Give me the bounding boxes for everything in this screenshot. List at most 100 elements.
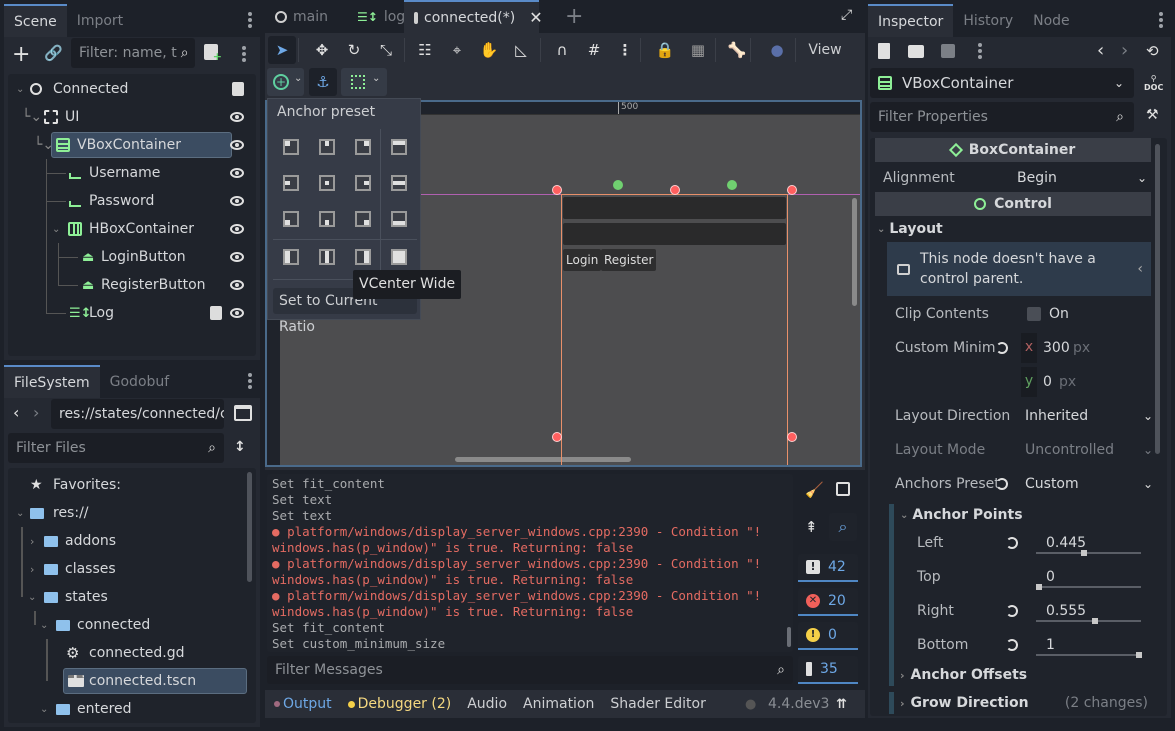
tree-item-ui[interactable]: └⌄ UI	[8, 103, 256, 131]
section-control[interactable]: Control	[875, 192, 1151, 216]
anchor-hcenter-wide-button[interactable]	[391, 175, 407, 191]
anchor-pin-right[interactable]	[727, 180, 737, 190]
view-menu-button[interactable]: View	[803, 36, 847, 64]
tree-item-connected[interactable]: ⌄ Connected	[8, 75, 256, 103]
bottom-tab-output[interactable]: Output	[274, 696, 332, 712]
open-docs-icon[interactable]: ⚲ DOC	[1144, 74, 1163, 92]
editor-tab-log[interactable]: ☰↕ log	[347, 0, 407, 33]
sort-icon[interactable]: ↕	[234, 439, 246, 455]
anchor-center-right-button[interactable]	[355, 175, 371, 191]
anchor-value-field[interactable]: 1	[1046, 637, 1055, 653]
bone-icon[interactable]: 🦴	[723, 36, 751, 64]
visibility-eye-icon[interactable]	[230, 280, 244, 290]
anchor-slider[interactable]	[1036, 584, 1141, 590]
split-view-icon[interactable]	[234, 405, 252, 421]
visibility-eye-icon[interactable]	[230, 168, 244, 178]
bottom-tab-animation[interactable]: Animation	[523, 696, 594, 712]
pivot-tool-button[interactable]: ⌖	[443, 36, 471, 64]
snap-options-icon[interactable]: ⋮	[611, 36, 639, 64]
collapse-icon[interactable]: ⇞	[805, 518, 818, 536]
anchor-points-group-header[interactable]: ⌄ Anchor Points	[900, 504, 1023, 526]
bottom-tab-shader-editor[interactable]: Shader Editor	[610, 696, 705, 712]
recent-history-icon[interactable]: ⟲	[1146, 42, 1159, 60]
tree-item-vboxcontainer[interactable]: └⌄ VBoxContainer	[8, 131, 256, 159]
filter-editor-badge[interactable]: 35	[798, 656, 858, 684]
move-tool-button[interactable]: ✥	[308, 36, 336, 64]
property-anchors-preset[interactable]: Anchors Preset Custom ⌄	[883, 469, 1153, 499]
viewport-scrollbar-v[interactable]	[852, 198, 857, 306]
anchor-slider[interactable]	[1036, 652, 1142, 658]
filter-properties-input[interactable]: Filter Properties ⌕	[870, 102, 1134, 132]
reset-icon[interactable]	[1006, 537, 1018, 549]
filter-messages-badge[interactable]: ! 42	[798, 554, 858, 582]
tree-item-log[interactable]: ☰↕ Log	[8, 299, 256, 327]
history-forward-icon[interactable]: ›	[1121, 40, 1128, 61]
editor-tab-main[interactable]: main	[265, 0, 353, 33]
grid-snap-button[interactable]: #	[580, 36, 608, 64]
back-icon[interactable]: ‹	[13, 403, 19, 422]
history-back-icon[interactable]: ‹	[1097, 40, 1104, 61]
visibility-eye-icon[interactable]	[230, 308, 244, 318]
search-toggle-button[interactable]: ⌕	[829, 513, 857, 541]
tab-godobuf[interactable]: Godobuf	[100, 365, 180, 398]
list-select-tool-button[interactable]: ☷	[411, 36, 439, 64]
reset-icon[interactable]	[1006, 605, 1018, 617]
anchor-pin-left[interactable]	[613, 180, 623, 190]
group-icon[interactable]: ▦	[684, 36, 712, 64]
filter-messages-input[interactable]: Filter Messages ⌕	[267, 656, 793, 684]
script-icon[interactable]	[232, 82, 244, 96]
grow-direction-group-header[interactable]: › Grow Direction (2 changes)	[900, 692, 1150, 714]
resize-handle[interactable]	[787, 432, 797, 442]
anchor-left-wide-button[interactable]	[283, 249, 299, 265]
tree-item-entered[interactable]: ⌄ entered	[8, 695, 256, 723]
resize-handle[interactable]	[552, 432, 562, 442]
lock-icon[interactable]: 🔒	[651, 36, 679, 64]
path-field[interactable]: res://states/connected/c	[51, 399, 224, 429]
reset-icon[interactable]	[1006, 639, 1018, 651]
new-resource-icon[interactable]	[878, 43, 890, 59]
tab-history[interactable]: History	[953, 4, 1023, 37]
anchor-center-left-button[interactable]	[283, 175, 299, 191]
output-scrollbar[interactable]	[787, 627, 791, 647]
tab-inspector[interactable]: Inspector	[868, 4, 954, 37]
tree-item-addons[interactable]: › addons	[8, 527, 256, 555]
reset-icon[interactable]	[996, 342, 1008, 354]
expand-panel-icon[interactable]: ⇈	[836, 697, 847, 712]
tree-item-username[interactable]: Username	[8, 159, 256, 187]
rotate-tool-button[interactable]: ↻	[340, 36, 368, 64]
inspector-tools-icon[interactable]: ⚒	[1146, 107, 1159, 123]
tab-node[interactable]: Node	[1023, 4, 1080, 37]
section-boxcontainer[interactable]: BoxContainer	[875, 138, 1151, 162]
anchor-top-left-button[interactable]	[283, 139, 299, 155]
attach-script-icon[interactable]: +	[204, 44, 222, 63]
new-tab-icon[interactable]: +	[565, 4, 583, 29]
anchor-preset-button[interactable]: ⚓	[309, 68, 337, 96]
layout-group-header[interactable]: ⌄ Layout	[877, 218, 943, 240]
node-selector[interactable]: VBoxContainer ⌄	[870, 68, 1134, 98]
add-node-button[interactable]: +	[12, 42, 30, 67]
forward-icon[interactable]: ›	[33, 403, 39, 422]
anchor-center-button[interactable]	[319, 175, 335, 191]
tree-item-connected-gd[interactable]: ⚙ connected.gd	[8, 639, 256, 667]
fullscreen-icon[interactable]: ⤢	[841, 7, 852, 23]
anchor-top-wide-button[interactable]	[391, 139, 407, 155]
resize-handle[interactable]	[552, 185, 562, 195]
tree-item-loginbutton[interactable]: ⏏ LoginButton	[8, 243, 256, 271]
pan-tool-button[interactable]: ✋	[475, 36, 503, 64]
copy-output-icon[interactable]	[836, 482, 850, 496]
anchor-right-wide-button[interactable]	[355, 249, 371, 265]
anchor-slider[interactable]	[1036, 618, 1141, 624]
visibility-eye-icon[interactable]	[230, 196, 244, 206]
visibility-eye-icon[interactable]	[230, 252, 244, 262]
visibility-eye-icon[interactable]	[230, 224, 244, 234]
clip-contents-checkbox[interactable]	[1027, 307, 1041, 321]
tree-item-classes[interactable]: › classes	[8, 555, 256, 583]
open-folder-icon[interactable]	[908, 45, 924, 58]
filter-errors-badge[interactable]: ✕ 20	[798, 588, 858, 616]
tree-item-password[interactable]: Password	[8, 187, 256, 215]
inspector-menu-icon[interactable]	[1159, 12, 1163, 28]
inspector-scrollbar[interactable]	[1155, 144, 1160, 454]
select-tool-button[interactable]: ➤	[268, 36, 296, 64]
anchor-center-bottom-button[interactable]	[319, 211, 335, 227]
tree-item-connected-tscn[interactable]: connected.tscn	[8, 667, 256, 695]
